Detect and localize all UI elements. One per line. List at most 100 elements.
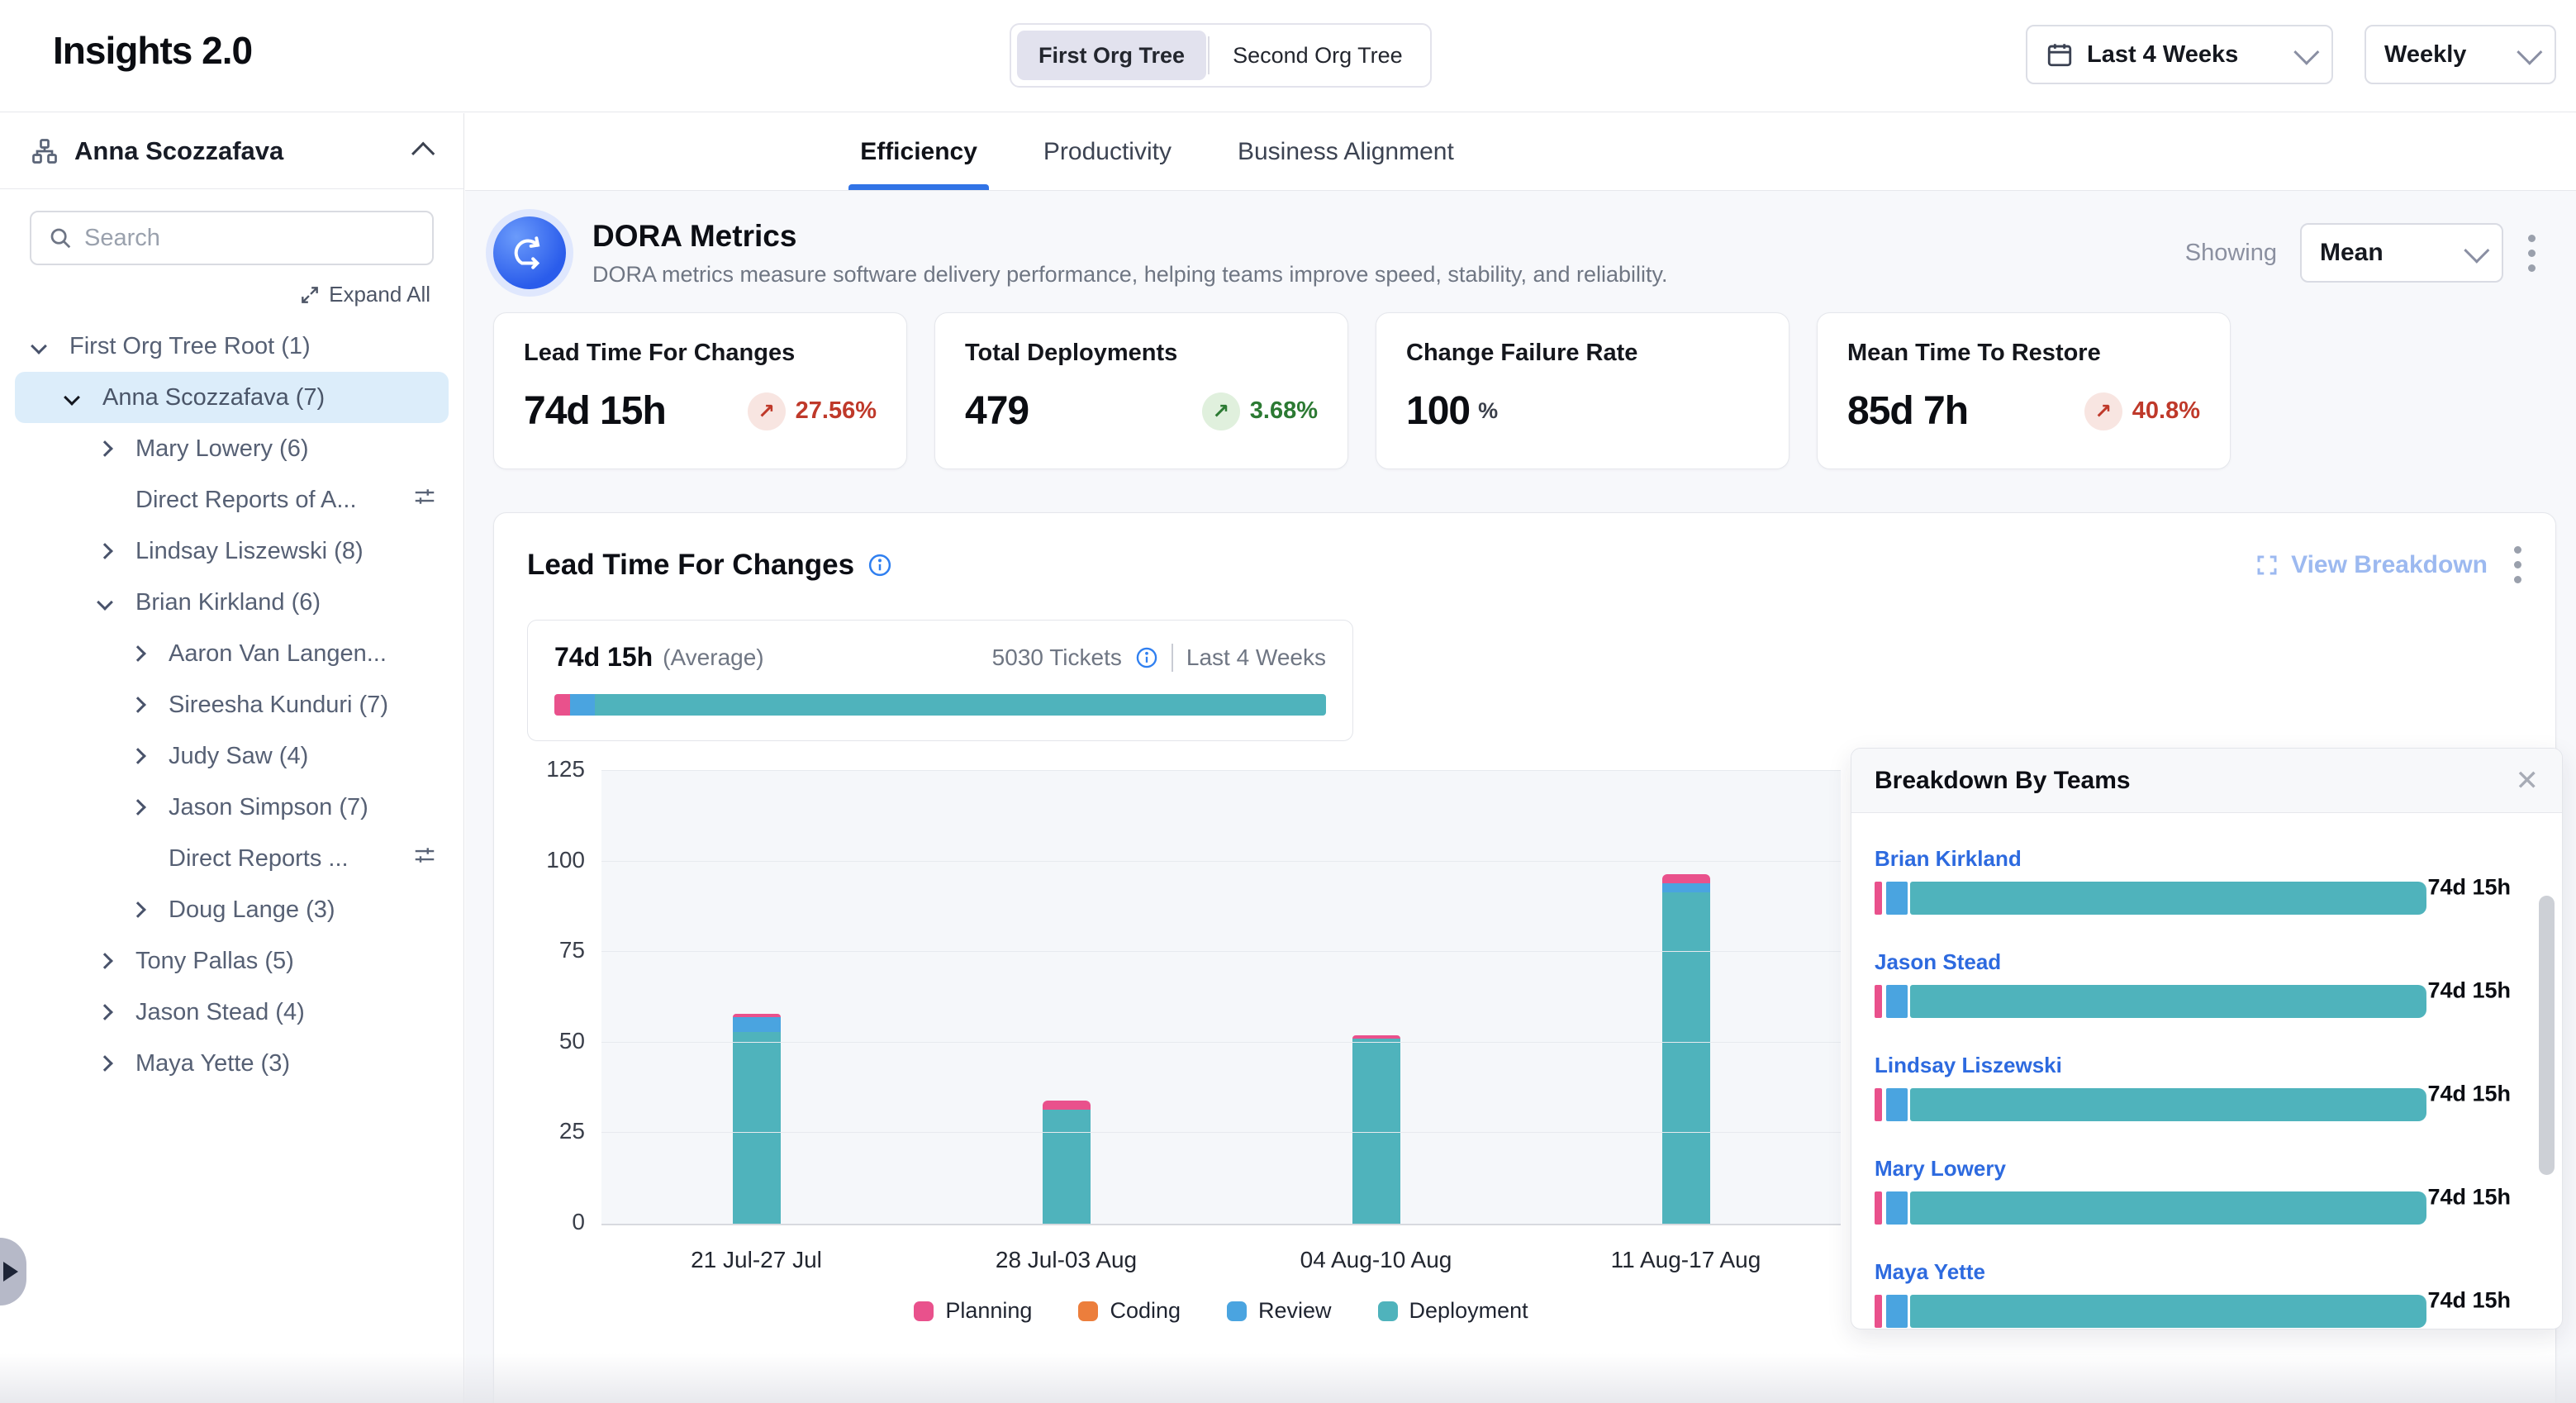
tab-efficiency[interactable]: Efficiency bbox=[853, 113, 984, 190]
toggle-first-org-tree[interactable]: First Org Tree bbox=[1017, 31, 1206, 80]
view-breakdown-button[interactable]: View Breakdown bbox=[2255, 551, 2488, 579]
tree-item-lindsay-liszewski-8[interactable]: Lindsay Liszewski (8) bbox=[15, 526, 449, 577]
tree-item-direct-reports[interactable]: Direct Reports ... bbox=[15, 833, 449, 884]
metric-card-value-row: 74d 15h↗27.56% bbox=[524, 388, 877, 434]
filter-sliders-icon[interactable] bbox=[412, 484, 437, 516]
team-name-link[interactable]: Lindsay Liszewski bbox=[1875, 1053, 2512, 1078]
expand-all-row: Expand All bbox=[0, 265, 463, 312]
tree-item-first-org-tree-root-1[interactable]: First Org Tree Root (1) bbox=[15, 321, 449, 372]
filter-sliders-icon[interactable] bbox=[412, 843, 437, 874]
search-input[interactable] bbox=[84, 225, 416, 252]
chart-card-actions: View Breakdown bbox=[2255, 541, 2522, 588]
team-value: 74d 15h bbox=[2427, 1288, 2511, 1314]
tree-item-maya-yette-3[interactable]: Maya Yette (3) bbox=[15, 1038, 449, 1089]
legend-swatch-planning bbox=[914, 1301, 934, 1321]
gridline-75 bbox=[601, 951, 1841, 952]
legend-label: Planning bbox=[945, 1298, 1032, 1324]
chevron-right-icon[interactable] bbox=[97, 1055, 113, 1072]
legend-label: Coding bbox=[1110, 1298, 1181, 1324]
team-bar-planning-segment bbox=[1875, 1088, 1882, 1121]
team-row-maya-yette: Maya Yette 74d 15h bbox=[1875, 1259, 2512, 1328]
average-summary-top: 74d 15h (Average) 5030 Tickets Last 4 We… bbox=[554, 642, 1326, 673]
tree-item-mary-lowery-6[interactable]: Mary Lowery (6) bbox=[15, 423, 449, 474]
team-bar-review-segment bbox=[1886, 1295, 1908, 1328]
tree-item-label: Doug Lange (3) bbox=[169, 896, 335, 924]
team-name-link[interactable]: Maya Yette bbox=[1875, 1259, 2512, 1285]
tree-item-aaron-van-langen[interactable]: Aaron Van Langen... bbox=[15, 628, 449, 679]
tree-item-doug-lange-3[interactable]: Doug Lange (3) bbox=[15, 884, 449, 935]
metric-card-value: 479 bbox=[965, 388, 1029, 434]
stacked-bar-04-aug-10-aug[interactable] bbox=[1352, 1035, 1400, 1224]
metric-card-mean-time-to-restore: Mean Time To Restore85d 7h↗40.8% bbox=[1817, 312, 2231, 469]
info-icon[interactable] bbox=[1135, 646, 1158, 669]
chevron-right-icon[interactable] bbox=[97, 953, 113, 969]
chevron-right-icon[interactable] bbox=[130, 901, 146, 918]
y-tick-label: 0 bbox=[527, 1209, 585, 1235]
y-tick-label: 50 bbox=[527, 1028, 585, 1054]
tree-item-jason-stead-4[interactable]: Jason Stead (4) bbox=[15, 987, 449, 1038]
granularity-select[interactable]: Weekly bbox=[2365, 25, 2556, 84]
chevron-right-icon[interactable] bbox=[97, 1004, 113, 1020]
scrollbar-thumb[interactable] bbox=[2539, 896, 2555, 1175]
chevron-right-icon[interactable] bbox=[130, 799, 146, 816]
tree-item-direct-reports-of-a[interactable]: Direct Reports of A... bbox=[15, 474, 449, 526]
x-axis-label: 04 Aug-10 Aug bbox=[1221, 1247, 1531, 1273]
dora-cycle-icon bbox=[493, 216, 566, 289]
collapse-chevron-icon[interactable] bbox=[411, 141, 435, 164]
chart-kebab-menu-icon[interactable] bbox=[2512, 541, 2522, 588]
tree-item-label: Brian Kirkland (6) bbox=[135, 589, 321, 616]
dora-kebab-menu-icon[interactable] bbox=[2526, 230, 2536, 277]
tree-item-jason-simpson-7[interactable]: Jason Simpson (7) bbox=[15, 782, 449, 833]
aggregation-select[interactable]: Mean bbox=[2300, 223, 2503, 283]
app-title: Insights 2.0 bbox=[53, 28, 252, 73]
team-row-lindsay-liszewski: Lindsay Liszewski74d 15h bbox=[1875, 1053, 2512, 1121]
chevron-right-icon[interactable] bbox=[97, 543, 113, 559]
tickets-count: 5030 Tickets bbox=[992, 644, 1122, 671]
chevron-down-icon[interactable] bbox=[64, 389, 80, 406]
tree-item-label: Sireesha Kunduri (7) bbox=[169, 692, 388, 719]
chevron-right-icon[interactable] bbox=[130, 645, 146, 662]
date-range-select[interactable]: Last 4 Weeks bbox=[2026, 25, 2333, 84]
chevron-right-icon[interactable] bbox=[130, 697, 146, 713]
tree-item-tony-pallas-5[interactable]: Tony Pallas (5) bbox=[15, 935, 449, 987]
team-value: 74d 15h bbox=[2427, 978, 2511, 1004]
team-name-link[interactable]: Jason Stead bbox=[1875, 949, 2512, 975]
tree-item-label: Direct Reports ... bbox=[169, 845, 349, 873]
chevron-down-icon[interactable] bbox=[31, 338, 47, 354]
tree-item-sireesha-kunduri-7[interactable]: Sireesha Kunduri (7) bbox=[15, 679, 449, 730]
legend-item-deployment: Deployment bbox=[1378, 1298, 1528, 1324]
tree-item-brian-kirkland-6[interactable]: Brian Kirkland (6) bbox=[15, 577, 449, 628]
tree-item-label: Jason Stead (4) bbox=[135, 999, 305, 1026]
team-name-link[interactable]: Brian Kirkland bbox=[1875, 846, 2512, 872]
chevron-down-icon[interactable] bbox=[97, 594, 113, 611]
legend-swatch-review bbox=[1227, 1301, 1247, 1321]
chevron-right-icon[interactable] bbox=[97, 440, 113, 457]
team-name-link[interactable]: Mary Lowery bbox=[1875, 1156, 2512, 1182]
toggle-second-org-tree[interactable]: Second Org Tree bbox=[1211, 31, 1424, 80]
chart-x-labels: 21 Jul-27 Jul28 Jul-03 Aug04 Aug-10 Aug1… bbox=[601, 1247, 1841, 1273]
team-bar-planning-segment bbox=[1875, 1191, 1882, 1225]
tab-productivity[interactable]: Productivity bbox=[1037, 113, 1178, 190]
tree-item-judy-saw-4[interactable]: Judy Saw (4) bbox=[15, 730, 449, 782]
stacked-bar-11-aug-17-aug[interactable] bbox=[1662, 874, 1710, 1224]
close-icon[interactable]: ✕ bbox=[2516, 767, 2540, 795]
tree-item-label: Maya Yette (3) bbox=[135, 1050, 290, 1077]
team-value: 74d 15h bbox=[2427, 875, 2511, 901]
info-icon[interactable] bbox=[867, 553, 892, 578]
chevron-right-icon[interactable] bbox=[130, 748, 146, 764]
dora-header: DORA Metrics DORA metrics measure softwa… bbox=[493, 216, 2558, 289]
tab-business-alignment[interactable]: Business Alignment bbox=[1231, 113, 1461, 190]
y-tick-label: 100 bbox=[527, 847, 585, 873]
stacked-bar-28-jul-03-aug[interactable] bbox=[1043, 1101, 1091, 1224]
expand-all-link[interactable]: Expand All bbox=[299, 282, 430, 307]
average-summary-card: 74d 15h (Average) 5030 Tickets Last 4 We… bbox=[527, 620, 1353, 741]
team-bar-review-segment bbox=[1886, 985, 1908, 1018]
date-range-value: Last 4 Weeks bbox=[2087, 41, 2238, 69]
metric-card-value: 74d 15h bbox=[524, 388, 666, 434]
calendar-icon bbox=[2046, 40, 2074, 69]
tree-item-label: Judy Saw (4) bbox=[169, 743, 308, 770]
legend-item-coding: Coding bbox=[1078, 1298, 1181, 1324]
stacked-bar-21-jul-27-jul[interactable] bbox=[733, 1014, 781, 1224]
team-bar-deployment-segment bbox=[1910, 1088, 2426, 1121]
tree-item-anna-scozzafava-7[interactable]: Anna Scozzafava (7) bbox=[15, 372, 449, 423]
